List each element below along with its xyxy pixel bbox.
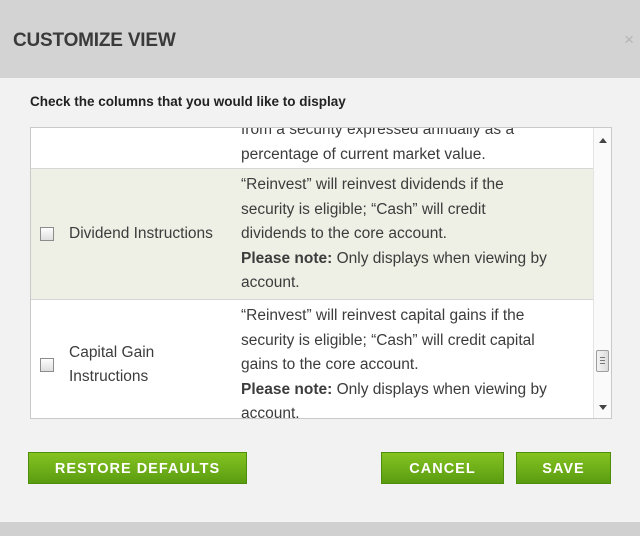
- close-icon[interactable]: ×: [624, 30, 634, 50]
- customize-view-dialog: CUSTOMIZE VIEW × Check the columns that …: [0, 0, 640, 536]
- instruction-text: Check the columns that you would like to…: [30, 94, 346, 109]
- list-item: from a security expressed annually as a …: [31, 127, 594, 169]
- grip-line: [600, 357, 605, 358]
- description-line: “Reinvest” will reinvest dividends if th…: [241, 176, 504, 193]
- column-name-line: Instructions: [69, 368, 149, 385]
- list-item: Capital Gain Instructions “Reinvest” wil…: [31, 300, 594, 419]
- note-label: Please note:: [241, 249, 333, 267]
- scroll-up-arrow-icon[interactable]: [599, 138, 607, 143]
- columns-list[interactable]: from a security expressed annually as a …: [30, 127, 612, 419]
- dialog-title: CUSTOMIZE VIEW: [13, 30, 176, 51]
- column-name-cell: Dividend Instructions: [31, 169, 238, 299]
- description-line: dividends to the core account.: [241, 225, 447, 242]
- column-name-cell: [31, 128, 238, 168]
- description-line: security is eligible; “Cash” will credit: [241, 200, 486, 218]
- column-name-cell: Capital Gain Instructions: [31, 300, 238, 418]
- note-line: Please note: Only displays when viewing …: [241, 378, 590, 403]
- description-line: from a security expressed annually as a: [241, 127, 515, 138]
- note-continuation: account.: [241, 405, 300, 419]
- scrollbar-thumb[interactable]: [596, 350, 609, 372]
- column-description: from a security expressed annually as a …: [238, 127, 594, 168]
- cancel-button[interactable]: CANCEL: [381, 452, 504, 484]
- scroll-down-arrow-icon[interactable]: [599, 405, 607, 410]
- column-description: “Reinvest” will reinvest capital gains i…: [238, 300, 594, 419]
- dialog-footer-bar: [0, 522, 640, 536]
- note-text: Only displays when viewing by: [332, 380, 547, 398]
- column-description: “Reinvest” will reinvest dividends if th…: [238, 169, 594, 299]
- description-line: “Reinvest” will reinvest capital gains i…: [241, 307, 525, 324]
- description-line: gains to the core account.: [241, 356, 419, 373]
- checkbox-capital-gain-instructions[interactable]: [40, 358, 54, 372]
- note-line: Please note: Only displays when viewing …: [241, 247, 590, 272]
- column-name-dividend-instructions: Dividend Instructions: [69, 224, 213, 242]
- dialog-titlebar: CUSTOMIZE VIEW ×: [0, 0, 640, 78]
- save-button[interactable]: SAVE: [516, 452, 611, 484]
- description-line: percentage of current market value.: [241, 145, 486, 163]
- description-line: security is eligible; “Cash” will credit…: [241, 331, 535, 349]
- grip-line: [600, 363, 605, 364]
- note-label: Please note:: [241, 380, 333, 398]
- restore-defaults-button[interactable]: RESTORE DEFAULTS: [28, 452, 247, 484]
- checkbox-dividend-instructions[interactable]: [40, 227, 54, 241]
- scrollbar[interactable]: [593, 128, 611, 418]
- note-text: Only displays when viewing by: [332, 249, 547, 267]
- list-item: Dividend Instructions “Reinvest” will re…: [31, 169, 594, 300]
- note-continuation: account.: [241, 274, 300, 291]
- grip-line: [600, 360, 605, 361]
- column-name-capital-gain-instructions: Capital Gain Instructions: [69, 341, 154, 390]
- column-name-line: Capital Gain: [69, 343, 155, 361]
